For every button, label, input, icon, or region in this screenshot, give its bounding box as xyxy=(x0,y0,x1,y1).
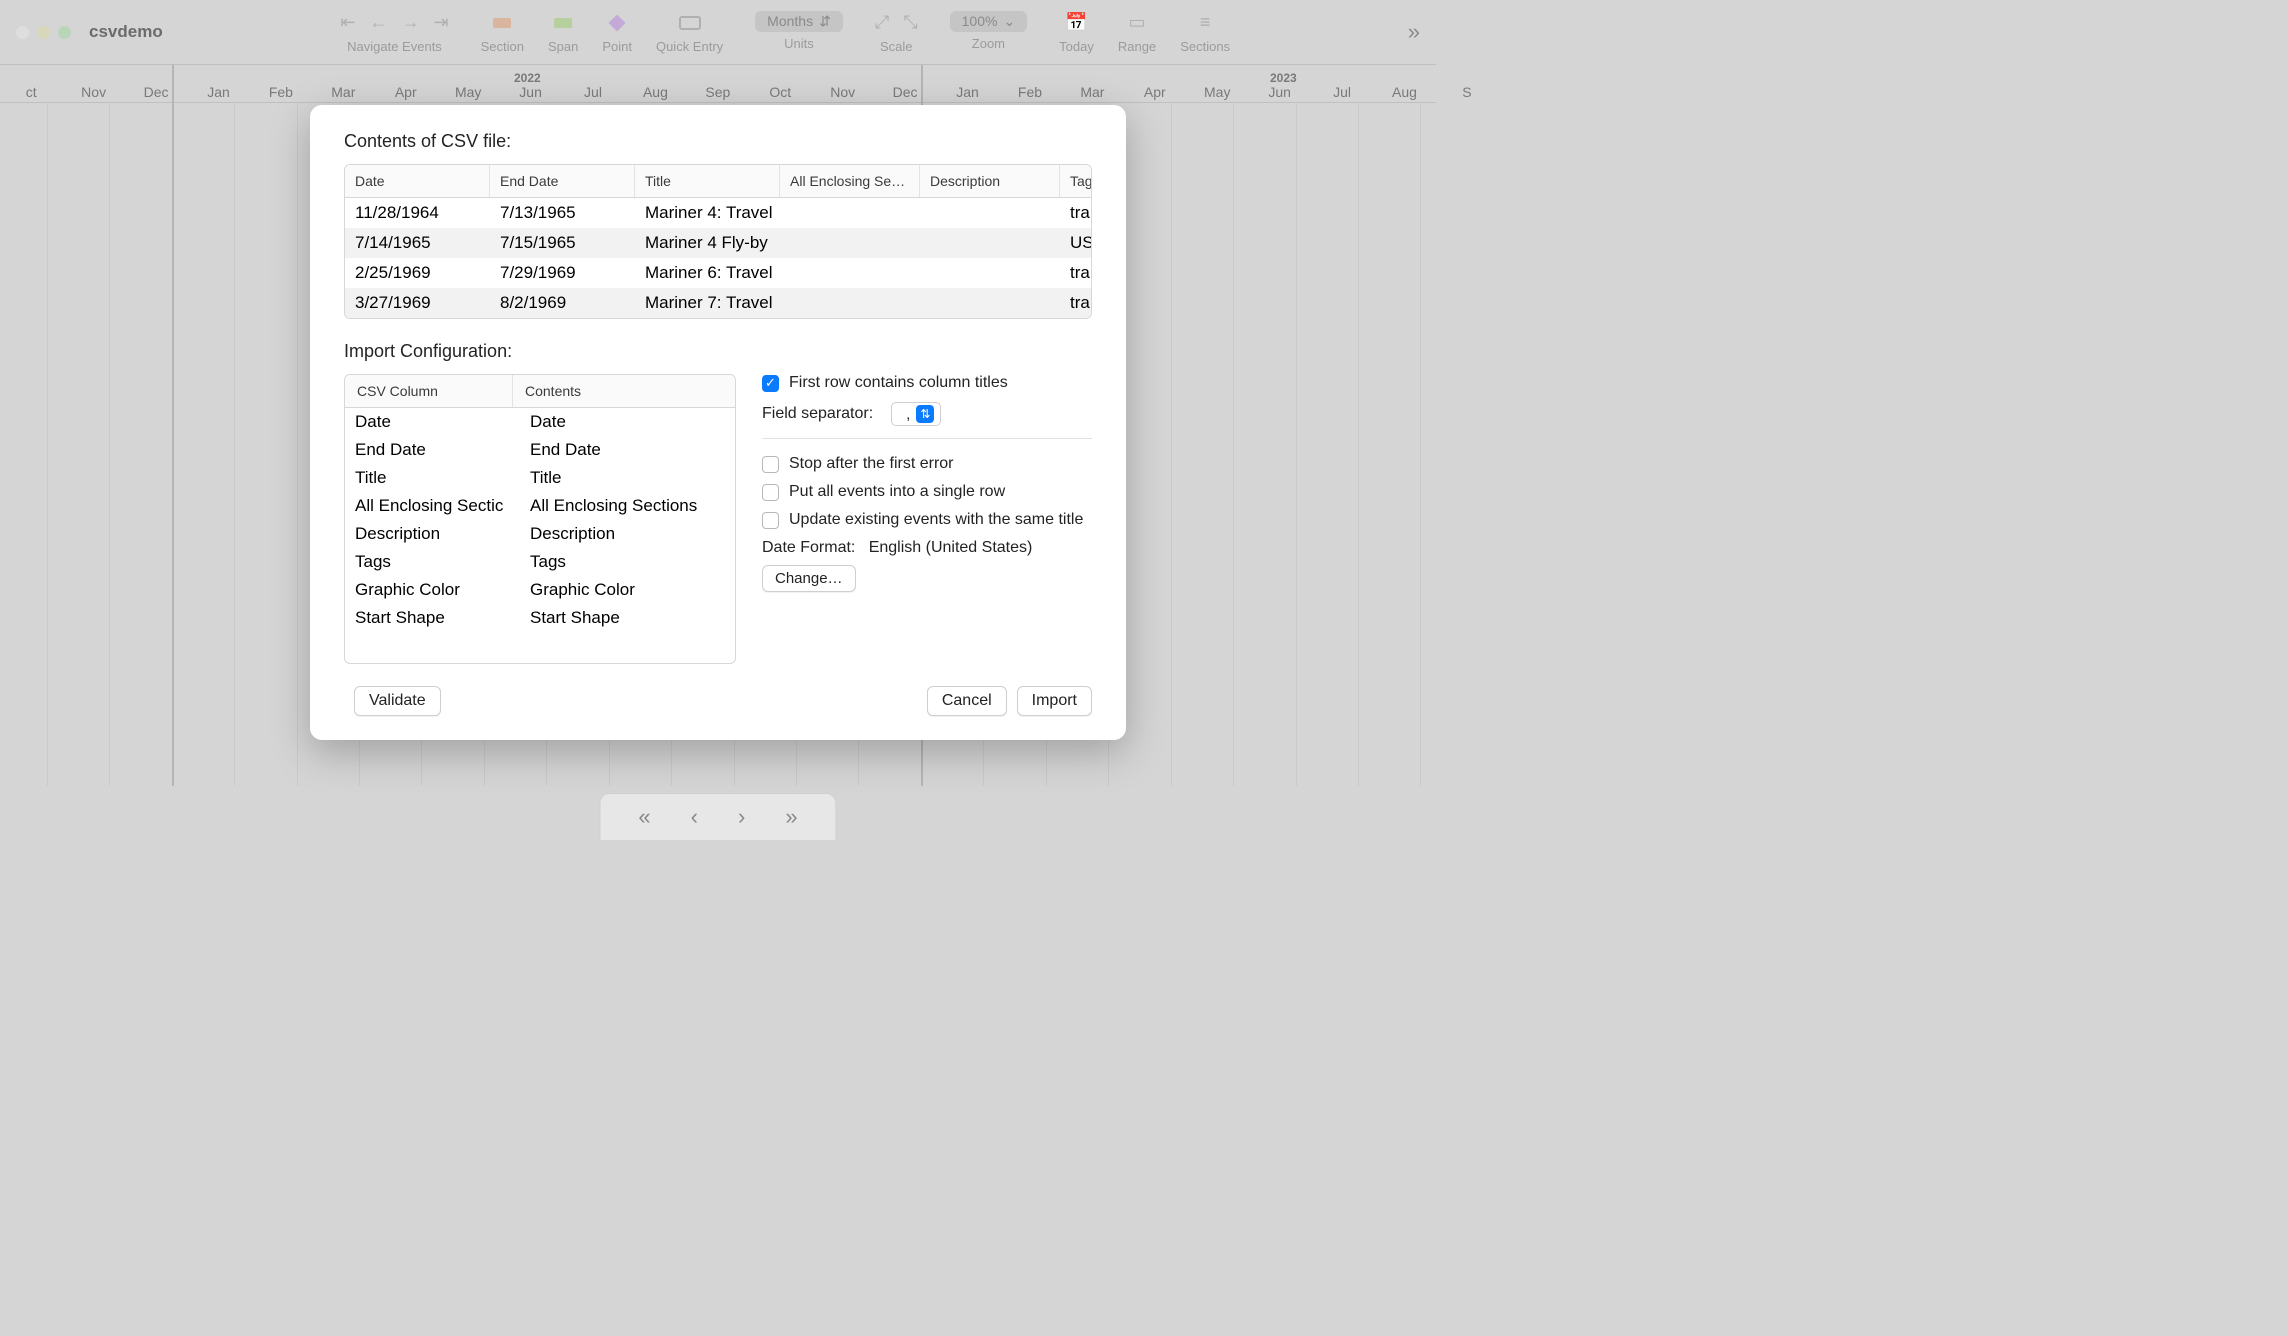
table-cell: 8/2/1969 xyxy=(490,288,635,318)
stop-after-error-checkbox[interactable] xyxy=(762,456,779,473)
table-cell xyxy=(920,288,1060,318)
table-row[interactable]: 2/25/19697/29/1969Mariner 6: Travel trans xyxy=(345,258,1091,288)
csv-import-dialog: Contents of CSV file: DateEnd DateTitleA… xyxy=(310,105,1126,740)
config-csvcol: All Enclosing Sectic xyxy=(345,492,520,520)
table-cell: Mariner 4 Fly-by xyxy=(635,228,780,258)
config-header-csvcol: CSV Column xyxy=(345,375,513,407)
config-contents: Tags xyxy=(520,548,735,576)
month-label: S xyxy=(1436,84,1498,100)
table-cell: 3/27/1969 xyxy=(345,288,490,318)
table-cell: trans xyxy=(1060,198,1092,228)
table-cell: 7/14/1965 xyxy=(345,228,490,258)
table-cell: trans xyxy=(1060,288,1092,318)
table-header[interactable]: Tags xyxy=(1060,165,1092,197)
import-options: ✓ First row contains column titles Field… xyxy=(762,374,1092,664)
config-contents: End Date xyxy=(520,436,735,464)
column-mapping-table: CSV Column Contents DateDateEnd DateEnd … xyxy=(344,374,736,664)
table-header[interactable]: Date xyxy=(345,165,490,197)
single-row-label: Put all events into a single row xyxy=(789,483,1005,501)
field-separator-select[interactable]: , ⇅ xyxy=(891,402,941,426)
config-contents: Start Shape xyxy=(520,604,735,632)
table-cell: 7/15/1965 xyxy=(490,228,635,258)
table-cell: Mariner 6: Travel xyxy=(635,258,780,288)
csv-table-header: DateEnd DateTitleAll Enclosing Se…Descri… xyxy=(345,165,1091,198)
date-format-value: English (United States) xyxy=(869,539,1033,556)
config-contents: All Enclosing Sections xyxy=(520,492,735,520)
config-contents: Description xyxy=(520,520,735,548)
config-csvcol: Tags xyxy=(345,548,520,576)
config-csvcol: Start Shape xyxy=(345,604,520,632)
page-last-icon[interactable]: » xyxy=(785,804,797,830)
config-contents: Graphic Color xyxy=(520,576,735,604)
table-header[interactable]: End Date xyxy=(490,165,635,197)
first-row-titles-checkbox[interactable]: ✓ xyxy=(762,375,779,392)
config-csvcol: Graphic Color xyxy=(345,576,520,604)
table-cell: 11/28/1964 xyxy=(345,198,490,228)
table-cell xyxy=(920,198,1060,228)
table-row[interactable]: 3/27/19698/2/1969Mariner 7: Travel trans xyxy=(345,288,1091,318)
table-cell xyxy=(780,228,920,258)
config-row[interactable]: Start ShapeStart Shape xyxy=(345,604,735,632)
cancel-button[interactable]: Cancel xyxy=(927,686,1007,716)
page-next-icon[interactable]: › xyxy=(738,804,745,830)
table-cell: trans xyxy=(1060,258,1092,288)
table-cell: 7/13/1965 xyxy=(490,198,635,228)
single-row-checkbox[interactable] xyxy=(762,484,779,501)
csv-contents-title: Contents of CSV file: xyxy=(344,131,1092,152)
config-contents: Date xyxy=(520,408,735,436)
page-prev-icon[interactable]: ‹ xyxy=(691,804,698,830)
import-config-title: Import Configuration: xyxy=(344,341,1092,362)
table-cell: Mariner 7: Travel xyxy=(635,288,780,318)
table-header[interactable]: Description xyxy=(920,165,1060,197)
date-format-label: Date Format: xyxy=(762,539,855,556)
first-row-titles-label: First row contains column titles xyxy=(789,374,1008,392)
table-header[interactable]: Title xyxy=(635,165,780,197)
csv-preview-table: DateEnd DateTitleAll Enclosing Se…Descri… xyxy=(344,164,1092,319)
table-row[interactable]: 7/14/19657/15/1965Mariner 4 Fly-by USA xyxy=(345,228,1091,258)
update-existing-label: Update existing events with the same tit… xyxy=(789,511,1083,529)
table-row[interactable]: 11/28/19647/13/1965Mariner 4: Travel tran… xyxy=(345,198,1091,228)
config-row[interactable]: Graphic ColorGraphic Color xyxy=(345,576,735,604)
table-cell: USA xyxy=(1060,228,1092,258)
config-csvcol: Title xyxy=(345,464,520,492)
table-cell: 2/25/1969 xyxy=(345,258,490,288)
config-row[interactable]: End DateEnd Date xyxy=(345,436,735,464)
table-cell: 7/29/1969 xyxy=(490,258,635,288)
table-cell xyxy=(920,228,1060,258)
update-existing-checkbox[interactable] xyxy=(762,512,779,529)
config-row[interactable]: DescriptionDescription xyxy=(345,520,735,548)
stop-after-error-label: Stop after the first error xyxy=(789,455,954,473)
config-contents: Title xyxy=(520,464,735,492)
field-separator-value: , xyxy=(906,406,910,423)
bottom-pager: « ‹ › » xyxy=(599,793,836,840)
field-separator-label: Field separator: xyxy=(762,405,873,423)
page-first-icon[interactable]: « xyxy=(638,804,650,830)
config-row[interactable]: TagsTags xyxy=(345,548,735,576)
config-header-contents: Contents xyxy=(513,375,735,407)
validate-button[interactable]: Validate xyxy=(354,686,441,716)
change-date-format-button[interactable]: Change… xyxy=(762,565,856,592)
config-row[interactable]: All Enclosing SecticAll Enclosing Sectio… xyxy=(345,492,735,520)
table-header[interactable]: All Enclosing Se… xyxy=(780,165,920,197)
table-cell xyxy=(780,198,920,228)
config-row[interactable]: DateDate xyxy=(345,408,735,436)
config-csvcol: Description xyxy=(345,520,520,548)
table-cell xyxy=(920,258,1060,288)
config-csvcol: End Date xyxy=(345,436,520,464)
config-row[interactable]: TitleTitle xyxy=(345,464,735,492)
table-cell: Mariner 4: Travel xyxy=(635,198,780,228)
select-caret-icon: ⇅ xyxy=(916,405,934,423)
import-button[interactable]: Import xyxy=(1017,686,1092,716)
config-csvcol: Date xyxy=(345,408,520,436)
table-cell xyxy=(780,258,920,288)
table-cell xyxy=(780,288,920,318)
